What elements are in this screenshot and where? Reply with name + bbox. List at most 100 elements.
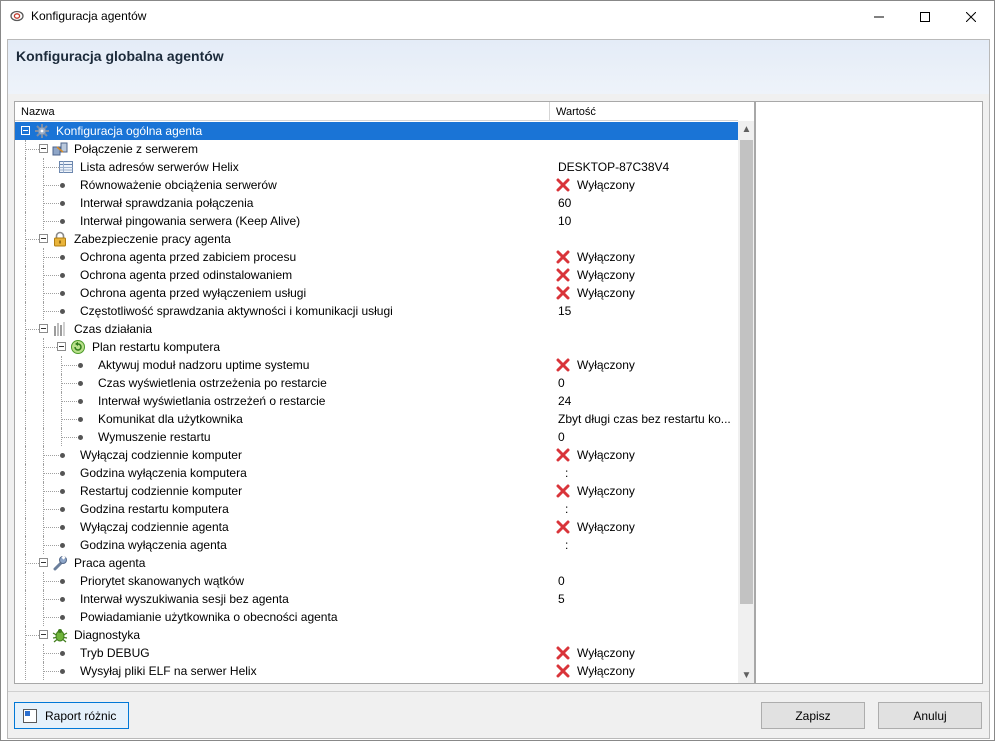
tree-row-value[interactable]: Wyłączony (577, 646, 635, 660)
table-icon (59, 161, 73, 173)
tree-row-value[interactable]: 10 (558, 214, 571, 228)
tree-guide-line (61, 410, 62, 428)
tree-group-row[interactable]: Praca agenta (15, 554, 738, 572)
tree-row-value[interactable]: Zbyt długi czas bez restartu ko... (558, 412, 731, 426)
tree-item-row[interactable]: Tryb DEBUG Wyłączony (15, 644, 738, 662)
tree-row-value[interactable]: Wyłączony (577, 448, 635, 462)
tree-item-row[interactable]: Częstotliwość sprawdzania aktywności i k… (15, 302, 738, 320)
tree-row-value[interactable]: Wyłączony (577, 664, 635, 678)
bullet-icon (78, 399, 83, 404)
tree-group-row[interactable]: Połączenie z serwerem (15, 140, 738, 158)
tree-row-label: Lista adresów serwerów Helix (80, 160, 239, 174)
tree-row-value[interactable]: 5 (558, 592, 565, 606)
tree-row-value[interactable]: DESKTOP-87C38V4 (558, 160, 669, 174)
scroll-down-icon[interactable]: ▼ (738, 667, 754, 683)
tree-item-row[interactable]: Aktywuj moduł nadzoru uptime systemu Wyłą… (15, 356, 738, 374)
tree-group-row[interactable]: Konfiguracja ogólna agenta (15, 122, 738, 140)
tree-item-row[interactable]: Priorytet skanowanych wątków 0 (15, 572, 738, 590)
bullet-icon (78, 435, 83, 440)
tree-item-row[interactable]: Czas wyświetlenia ostrzeżenia po restarc… (15, 374, 738, 392)
collapse-toggle-icon[interactable] (39, 630, 48, 639)
tree-row-value[interactable]: 15 (558, 304, 571, 318)
tree-item-row[interactable]: Wyłączaj codziennie komputer Wyłączony (15, 446, 738, 464)
tree-guide-line (25, 356, 26, 374)
tree-row-label: Równoważenie obciążenia serwerów (80, 178, 277, 192)
tree-connector (43, 275, 59, 276)
collapse-toggle-icon[interactable] (39, 144, 48, 153)
report-differences-button[interactable]: Raport różnic (14, 702, 129, 729)
tree-group-row[interactable]: Zabezpieczenie pracy agenta (15, 230, 738, 248)
tree-item-row[interactable]: Ochrona agenta przed wyłączeniem usługi W… (15, 284, 738, 302)
tree-guide-line (25, 374, 26, 392)
tree-item-row[interactable]: Wyłączaj codziennie agenta Wyłączony (15, 518, 738, 536)
tree-item-row[interactable]: Równoważenie obciążenia serwerów Wyłączon… (15, 176, 738, 194)
tree-item-row[interactable]: Godzina wyłączenia agenta: (15, 536, 738, 554)
tree-item-row[interactable]: Wysyłaj pliki ELF na serwer Helix Wyłączo… (15, 662, 738, 680)
page-title: Konfiguracja globalna agentów (16, 48, 224, 64)
bullet-icon (60, 669, 65, 674)
tree-connector (43, 167, 59, 168)
bullet-icon (78, 381, 83, 386)
save-button[interactable]: Zapisz (761, 702, 865, 729)
tree-row-value[interactable]: Wyłączony (577, 268, 635, 282)
tree-row-label: Godzina wyłączenia komputera (80, 466, 247, 480)
tree-guide-line (25, 194, 26, 212)
tree-row-value[interactable]: Wyłączony (577, 250, 635, 264)
tree-row-value[interactable]: Wyłączony (577, 520, 635, 534)
tree-row-label: Konfiguracja ogólna agenta (56, 124, 203, 138)
tree-item-row[interactable]: Interwał pingowania serwera (Keep Alive)… (15, 212, 738, 230)
maximize-button[interactable] (902, 1, 948, 32)
tree-group-row[interactable]: Diagnostyka (15, 626, 738, 644)
column-value-header[interactable]: Wartość (556, 106, 596, 118)
tree-row-value[interactable]: Wyłączony (577, 286, 635, 300)
tree-item-row[interactable]: Godzina wyłączenia komputera: (15, 464, 738, 482)
column-name-header[interactable]: Nazwa (21, 106, 55, 118)
tree-item-row[interactable]: Interwał sprawdzania połączenia 60 (15, 194, 738, 212)
tree-row-value[interactable]: 0 (558, 376, 565, 390)
tree-row-value[interactable]: Wyłączony (577, 178, 635, 192)
tree-item-row[interactable]: Interwał wyświetlania ostrzeżeń o restar… (15, 392, 738, 410)
tree-row-value[interactable]: 24 (558, 394, 571, 408)
tree-row-value[interactable]: Wyłączony (577, 484, 635, 498)
tree-guide-line (43, 464, 44, 482)
tree-guide-line (25, 464, 26, 482)
collapse-toggle-icon[interactable] (39, 324, 48, 333)
tree-guide-line (25, 662, 26, 680)
tree-group-row[interactable]: Czas działania (15, 320, 738, 338)
close-button[interactable] (948, 1, 994, 32)
disabled-x-icon (556, 286, 570, 300)
tree-row-value[interactable]: 60 (558, 196, 571, 210)
settings-tree[interactable]: Nazwa Wartość Konfiguracja ogólna agenta… (14, 101, 755, 684)
column-separator[interactable] (549, 102, 550, 121)
scroll-up-icon[interactable]: ▲ (738, 121, 754, 138)
tree-item-row[interactable]: Godzina restartu komputera: (15, 500, 738, 518)
tree-group-row[interactable]: Plan restartu komputera (15, 338, 738, 356)
tree-item-row[interactable]: Powiadamianie użytkownika o obecności ag… (15, 608, 738, 626)
tree-connector (61, 437, 77, 438)
tree-guide-line (25, 428, 26, 446)
scroll-thumb[interactable] (740, 140, 753, 604)
tree-connector (43, 617, 59, 618)
tree-connector (43, 221, 59, 222)
collapse-toggle-icon[interactable] (21, 126, 30, 135)
tree-item-row[interactable]: Wymuszenie restartu 0 (15, 428, 738, 446)
tree-row-value[interactable]: 0 (558, 430, 565, 444)
collapse-toggle-icon[interactable] (39, 558, 48, 567)
tree-item-row[interactable]: Ochrona agenta przed zabiciem procesu Wył… (15, 248, 738, 266)
tree-item-row[interactable]: Restartuj codziennie komputer Wyłączony (15, 482, 738, 500)
tree-item-row[interactable]: Lista adresów serwerów Helix DESKTOP-87C3… (15, 158, 738, 176)
tree-item-row[interactable]: Interwał wyszukiwania sesji bez agenta 5 (15, 590, 738, 608)
minimize-button[interactable] (856, 1, 902, 32)
tree-row-value[interactable]: : (565, 502, 568, 516)
collapse-toggle-icon[interactable] (57, 342, 66, 351)
tree-row-value[interactable]: : (565, 466, 568, 480)
collapse-toggle-icon[interactable] (39, 234, 48, 243)
cancel-button[interactable]: Anuluj (878, 702, 982, 729)
tree-scrollbar[interactable]: ▲ ▼ (738, 121, 754, 683)
tree-item-row[interactable]: Ochrona agenta przed odinstalowaniem Wyłą… (15, 266, 738, 284)
tree-row-label: Ochrona agenta przed odinstalowaniem (80, 268, 293, 282)
tree-row-value[interactable]: Wyłączony (577, 358, 635, 372)
tree-row-value[interactable]: : (565, 538, 568, 552)
tree-item-row[interactable]: Komunikat dla użytkownika Zbyt długi czas… (15, 410, 738, 428)
tree-row-value[interactable]: 0 (558, 574, 565, 588)
